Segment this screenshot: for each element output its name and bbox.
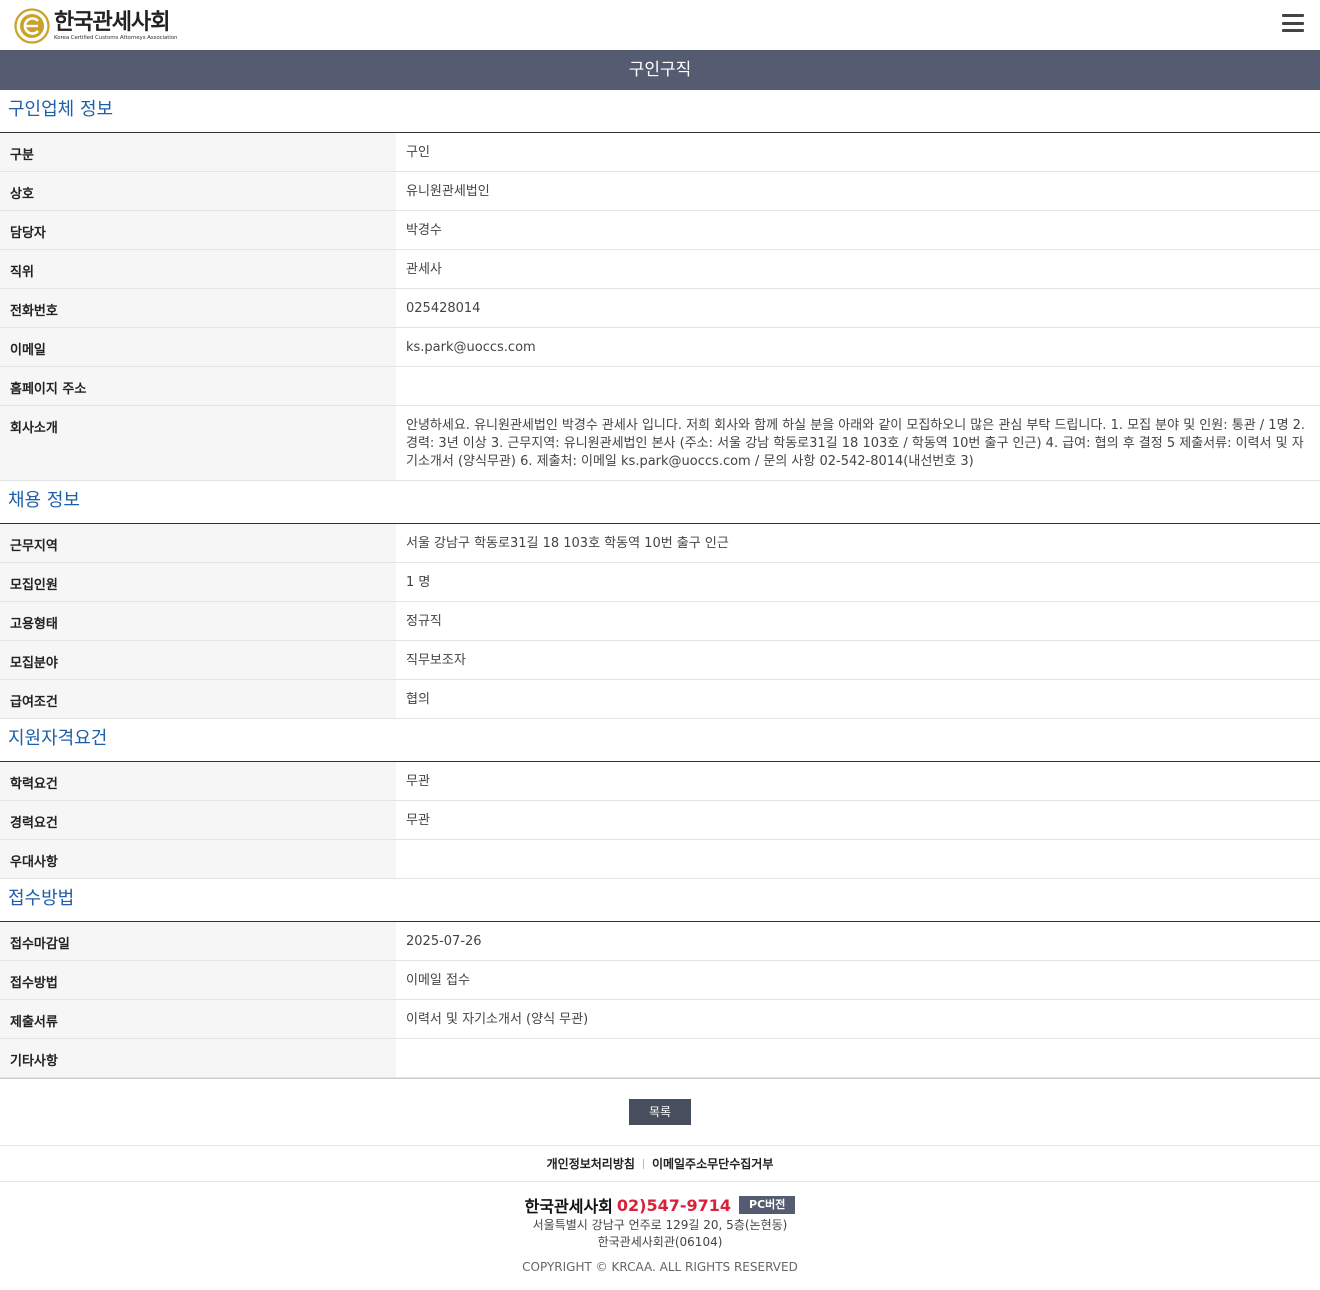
row-value: 025428014 <box>406 301 481 316</box>
email-value: ks.park@uoccs.com <box>406 340 536 355</box>
site-logo[interactable]: 한국관세사회 Korea Certified Customs Attorneys… <box>14 8 177 44</box>
row-value: 관세사 <box>406 262 442 277</box>
row-label: 구분 <box>0 133 396 171</box>
table-row: 우대사항 <box>0 840 1320 879</box>
row-value: 무관 <box>406 774 430 789</box>
table-row: 직위 관세사 <box>0 250 1320 289</box>
row-label: 급여조건 <box>0 680 396 718</box>
homepage-value <box>396 367 1320 405</box>
table-row: 학력요건 무관 <box>0 762 1320 801</box>
table-row: 담당자 박경수 <box>0 211 1320 250</box>
email-refusal-link[interactable]: 이메일주소무단수집거부 <box>652 1155 773 1172</box>
table-row: 기타사항 <box>0 1039 1320 1078</box>
section-title-apply: 접수방법 <box>0 879 1320 922</box>
row-label: 기타사항 <box>0 1039 396 1077</box>
row-label: 경력요건 <box>0 801 396 839</box>
footer-address-line1: 서울특별시 강남구 언주로 129길 20, 5층(논현동) <box>532 1218 788 1232</box>
section-title-qualify: 지원자격요건 <box>0 719 1320 762</box>
row-label: 모집분야 <box>0 641 396 679</box>
table-row: 접수방법 이메일 접수 <box>0 961 1320 1000</box>
table-row: 제출서류 이력서 및 자기소개서 (양식 무관) <box>0 1000 1320 1039</box>
row-label: 회사소개 <box>0 406 396 480</box>
row-value: 직무보조자 <box>406 653 466 668</box>
row-label: 제출서류 <box>0 1000 396 1038</box>
company-info-table: 구분 구인 상호 유니원관세법인 담당자 박경수 직위 관세사 전화번호 025… <box>0 133 1320 481</box>
table-row: 급여조건 협의 <box>0 680 1320 719</box>
table-row: 경력요건 무관 <box>0 801 1320 840</box>
page-title: 구인구직 <box>0 50 1320 90</box>
recruit-info-table: 근무지역 서울 강남구 학동로31길 18 103호 학동역 10번 출구 인근… <box>0 524 1320 719</box>
table-row: 모집인원 1 명 <box>0 563 1320 602</box>
pc-version-button[interactable]: PC버전 <box>739 1196 796 1214</box>
site-header: 한국관세사회 Korea Certified Customs Attorneys… <box>0 0 1320 50</box>
row-label: 우대사항 <box>0 840 396 878</box>
row-label: 홈페이지 주소 <box>0 367 396 405</box>
row-label: 모집인원 <box>0 563 396 601</box>
list-button[interactable]: 목록 <box>629 1099 691 1125</box>
hamburger-menu-icon[interactable] <box>1282 14 1304 32</box>
footer-phone[interactable]: 02)547-9714 <box>617 1196 731 1215</box>
button-area: 목록 <box>0 1078 1320 1146</box>
row-value: 이메일 접수 <box>406 973 470 988</box>
row-value: 구인 <box>406 145 430 160</box>
table-row: 이메일 ks.park@uoccs.com <box>0 328 1320 367</box>
row-value: 정규직 <box>406 614 442 629</box>
row-label: 접수방법 <box>0 961 396 999</box>
table-row: 구분 구인 <box>0 133 1320 172</box>
logo-emblem-icon <box>14 8 50 44</box>
logo-subtitle: Korea Certified Customs Attorneys Associ… <box>54 34 178 41</box>
row-label: 접수마감일 <box>0 922 396 960</box>
row-value: 이력서 및 자기소개서 (양식 무관) <box>406 1012 589 1027</box>
row-label: 전화번호 <box>0 289 396 327</box>
row-value <box>396 1039 1320 1077</box>
qualify-info-table: 학력요건 무관 경력요건 무관 우대사항 <box>0 762 1320 879</box>
table-row: 회사소개 안녕하세요. 유니원관세법인 박경수 관세사 입니다. 저희 회사와 … <box>0 406 1320 481</box>
row-label: 상호 <box>0 172 396 210</box>
footer-address-line2: 한국관세사회관(06104) <box>597 1235 723 1249</box>
row-value: 무관 <box>406 813 430 828</box>
table-row: 접수마감일 2025-07-26 <box>0 922 1320 961</box>
company-intro-value: 안녕하세요. 유니원관세법인 박경수 관세사 입니다. 저희 회사와 함께 하실… <box>406 418 1306 469</box>
row-label: 고용형태 <box>0 602 396 640</box>
row-value: 박경수 <box>406 223 442 238</box>
row-value: 2025-07-26 <box>406 934 482 949</box>
site-footer: 한국관세사회 02)547-9714 PC버전 서울특별시 강남구 언주로 12… <box>0 1182 1320 1275</box>
table-row: 홈페이지 주소 <box>0 367 1320 406</box>
link-divider <box>642 1158 644 1169</box>
section-title-company: 구인업체 정보 <box>0 90 1320 133</box>
row-label: 이메일 <box>0 328 396 366</box>
section-title-recruit: 채용 정보 <box>0 481 1320 524</box>
privacy-policy-link[interactable]: 개인정보처리방침 <box>547 1155 635 1172</box>
row-label: 담당자 <box>0 211 396 249</box>
table-row: 전화번호 025428014 <box>0 289 1320 328</box>
table-row: 고용형태 정규직 <box>0 602 1320 641</box>
footer-org-name: 한국관세사회 <box>524 1197 613 1216</box>
row-value: 1 명 <box>406 575 431 590</box>
table-row: 상호 유니원관세법인 <box>0 172 1320 211</box>
copyright: COPYRIGHT © KRCAA. ALL RIGHTS RESERVED <box>522 1260 798 1274</box>
row-label: 근무지역 <box>0 524 396 562</box>
table-row: 근무지역 서울 강남구 학동로31길 18 103호 학동역 10번 출구 인근 <box>0 524 1320 563</box>
footer-links: 개인정보처리방침 이메일주소무단수집거부 <box>0 1146 1320 1182</box>
row-value: 유니원관세법인 <box>406 184 490 199</box>
row-label: 학력요건 <box>0 762 396 800</box>
logo-name: 한국관세사회 <box>54 9 170 35</box>
table-row: 모집분야 직무보조자 <box>0 641 1320 680</box>
apply-info-table: 접수마감일 2025-07-26 접수방법 이메일 접수 제출서류 이력서 및 … <box>0 922 1320 1078</box>
row-value: 협의 <box>406 692 430 707</box>
row-value: 서울 강남구 학동로31길 18 103호 학동역 10번 출구 인근 <box>406 536 729 551</box>
row-label: 직위 <box>0 250 396 288</box>
row-value <box>396 840 1320 878</box>
